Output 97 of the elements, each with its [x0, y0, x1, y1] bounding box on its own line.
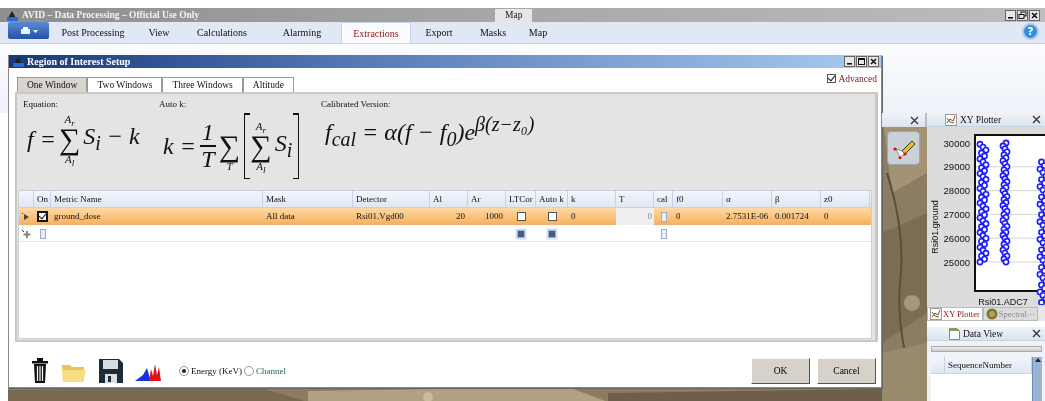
- axis-tick-label: 29000: [943, 161, 970, 173]
- column-header[interactable]: LTCor: [506, 191, 536, 207]
- column-header[interactable]: Ar: [468, 191, 506, 207]
- table-cell: 0: [616, 208, 654, 225]
- checkbox[interactable]: [548, 229, 556, 238]
- axis-label: Rsi01.ADC7: [978, 297, 1028, 305]
- tab[interactable]: Two Windows: [87, 77, 163, 92]
- save-icon[interactable]: [99, 358, 123, 383]
- tab[interactable]: One Window: [17, 77, 88, 92]
- table-cell-text: All data: [266, 210, 295, 223]
- axis-tick-label: 25000: [943, 256, 970, 268]
- maximize-icon[interactable]: [856, 56, 867, 67]
- axis-label: Rsi01.ground: [930, 200, 940, 254]
- printer-icon: [18, 25, 39, 36]
- column-header[interactable]: β: [772, 191, 821, 207]
- checkbox[interactable]: [827, 74, 837, 83]
- table-cell-text: 0: [824, 210, 829, 223]
- ok-button[interactable]: OK: [751, 357, 810, 384]
- column-header[interactable]: Al: [430, 191, 468, 207]
- checkbox[interactable]: [517, 229, 525, 238]
- checkbox[interactable]: [547, 212, 557, 221]
- scroll-up-icon[interactable]: [1033, 357, 1042, 363]
- table-cell-text: 0.001724: [775, 210, 809, 223]
- axis-tick-label: 27000: [943, 208, 970, 220]
- table-cell-text: 2.7531E-06: [726, 210, 769, 223]
- column-header[interactable]: z0: [821, 191, 870, 207]
- cell-button[interactable]: [660, 228, 667, 239]
- menu-tab[interactable]: Masks: [467, 22, 519, 43]
- menu-tab[interactable]: Post Processing: [49, 22, 137, 43]
- menu-tab[interactable]: Map: [519, 22, 557, 43]
- menu-tab[interactable]: Alarming: [263, 22, 341, 43]
- panel-title: XY Plotter: [960, 114, 1002, 125]
- restore-icon[interactable]: [1017, 9, 1028, 21]
- cell-button[interactable]: [39, 228, 46, 239]
- tab[interactable]: Three Windows: [162, 77, 243, 92]
- cancel-button[interactable]: Cancel: [817, 357, 876, 384]
- scroll-bar[interactable]: [931, 346, 1042, 352]
- panel-title: Data View: [963, 328, 1004, 339]
- radio-button[interactable]: [244, 365, 255, 376]
- close-icon[interactable]: [1032, 329, 1041, 338]
- column-header[interactable]: T: [616, 191, 654, 207]
- table-cell-text: 20: [456, 210, 465, 223]
- table-cell-text: 0: [571, 210, 576, 223]
- new-row-icon: [21, 228, 31, 239]
- checkbox[interactable]: [37, 211, 48, 222]
- table-row[interactable]: ground_dose All data Rsi01.Vgd00 20 1000 0 0 0 2.7531E-06 0.001724 0: [19, 208, 871, 225]
- formula-label: Auto k:: [159, 99, 188, 109]
- checkbox[interactable]: [516, 212, 526, 221]
- table-cell-text: 1000: [485, 210, 503, 223]
- radio-label: Energy (KeV): [191, 365, 243, 376]
- minimize-icon[interactable]: [1005, 9, 1016, 21]
- menu-tab[interactable]: Calculations: [181, 22, 263, 43]
- menu-tab[interactable]: Extractions: [341, 22, 411, 43]
- axis-tick-label: 28000: [943, 185, 970, 197]
- table-cell-text: Rsi01.Vgd00: [356, 210, 404, 223]
- column-header[interactable]: α: [723, 191, 772, 207]
- table-cell-text: 0: [676, 210, 681, 223]
- column-header[interactable]: k: [568, 191, 616, 207]
- axis-tick-label: 30000: [943, 137, 970, 149]
- radio-button[interactable]: [179, 365, 189, 376]
- formula-label: Equation:: [23, 99, 59, 109]
- plot-icon: [945, 113, 957, 126]
- app-menu-button[interactable]: [8, 22, 49, 39]
- menu-tab[interactable]: Export: [411, 22, 467, 43]
- app-logo-icon: [6, 9, 18, 21]
- radio-label: Channel: [256, 365, 287, 376]
- row-pointer-icon: [21, 211, 30, 222]
- plot-icon: [930, 308, 942, 320]
- dialog-title: Region of Interest Setup: [27, 56, 131, 67]
- column-header[interactable]: cal: [654, 191, 673, 207]
- close-icon[interactable]: [868, 56, 879, 67]
- checkbox-label: Advanced: [838, 73, 877, 84]
- scroll-bar[interactable]: [1032, 357, 1042, 401]
- document-icon: [949, 327, 960, 340]
- column-header[interactable]: f0: [673, 191, 723, 207]
- column-header[interactable]: Metric Name: [51, 191, 263, 207]
- formula-label: Calibrated Version:: [321, 99, 392, 109]
- app-title: AVID – Data Processing – Official Use Only: [21, 10, 201, 20]
- cell-button[interactable]: [660, 211, 667, 222]
- minimize-icon[interactable]: [844, 56, 855, 67]
- tab[interactable]: Altitude: [242, 77, 294, 92]
- panel-tab[interactable]: XY Plotter: [927, 307, 983, 321]
- table-cell-text: ground_dose: [54, 210, 101, 223]
- close-icon[interactable]: [1029, 9, 1040, 21]
- spectrum-disc-icon: [985, 308, 998, 320]
- map-tab[interactable]: Map: [495, 8, 533, 22]
- close-icon[interactable]: [1032, 115, 1041, 124]
- axis-tick-label: 26000: [943, 232, 970, 244]
- column-header[interactable]: Mask: [263, 191, 353, 207]
- column-header[interactable]: Detector: [353, 191, 430, 207]
- column-header[interactable]: Auto k: [536, 191, 568, 207]
- formula: f = A$_{r}$∑ A$_{l}$ S$_{i}$ − k: [26, 113, 141, 165]
- column-header[interactable]: On: [34, 191, 51, 207]
- menu-tab[interactable]: View: [137, 22, 181, 43]
- trash-icon[interactable]: [31, 357, 49, 384]
- formula: f$_{cal}$ = α(f − f$_{0}$)e$^{β(z−z₀)}$: [324, 113, 536, 151]
- app-logo-icon: [12, 56, 24, 67]
